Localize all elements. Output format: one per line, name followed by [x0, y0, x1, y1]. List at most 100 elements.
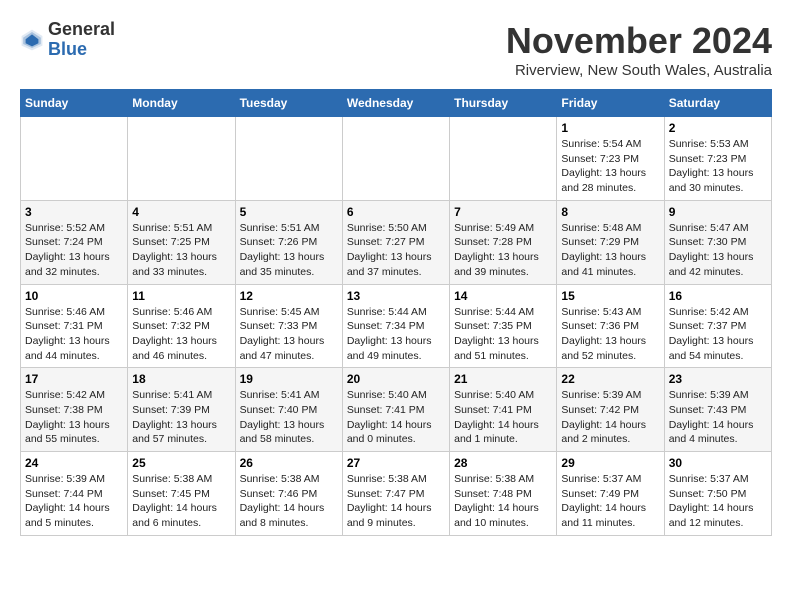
day-info: Sunrise: 5:45 AM Sunset: 7:33 PM Dayligh…: [240, 305, 338, 364]
calendar-cell: 16Sunrise: 5:42 AM Sunset: 7:37 PM Dayli…: [664, 284, 771, 368]
day-info: Sunrise: 5:39 AM Sunset: 7:43 PM Dayligh…: [669, 388, 767, 447]
calendar-cell: 30 Sunrise: 5:37 AM Sunset: 7:50 PM Dayli…: [664, 452, 771, 536]
weekday-header-friday: Friday: [557, 90, 664, 117]
calendar-cell: 19 Sunrise: 5:41 AM Sunset: 7:40 PM Dayli…: [235, 368, 342, 452]
calendar-cell: 23 Sunrise: 5:39 AM Sunset: 7:43 PM Dayli…: [664, 368, 771, 452]
day-info: Sunrise: 5:40 AM Sunset: 7:41 PM Dayligh…: [454, 388, 552, 447]
calendar-cell: 13 Sunrise: 5:44 AM Sunset: 7:34 PM Dayli…: [342, 284, 449, 368]
calendar-cell: 17 Sunrise: 5:42 AM Sunset: 7:38 PM Dayli…: [21, 368, 128, 452]
day-number: 29: [561, 456, 659, 470]
calendar-cell: 5Sunrise: 5:51 AM Sunset: 7:26 PM Daylig…: [235, 200, 342, 284]
calendar-week-row: 24Sunrise: 5:39 AM Sunset: 7:44 PM Dayli…: [21, 452, 772, 536]
day-info: Sunrise: 5:44 AM Sunset: 7:34 PM Dayligh…: [347, 305, 445, 364]
calendar-cell: 27 Sunrise: 5:38 AM Sunset: 7:47 PM Dayli…: [342, 452, 449, 536]
day-info: Sunrise: 5:51 AM Sunset: 7:25 PM Dayligh…: [132, 221, 230, 280]
day-info: Sunrise: 5:38 AM Sunset: 7:45 PM Dayligh…: [132, 472, 230, 531]
day-info: Sunrise: 5:39 AM Sunset: 7:44 PM Dayligh…: [25, 472, 123, 531]
calendar-cell: 24Sunrise: 5:39 AM Sunset: 7:44 PM Dayli…: [21, 452, 128, 536]
calendar-cell: 2 Sunrise: 5:53 AM Sunset: 7:23 PM Daylig…: [664, 117, 771, 201]
day-info: Sunrise: 5:44 AM Sunset: 7:35 PM Dayligh…: [454, 305, 552, 364]
day-info: Sunrise: 5:38 AM Sunset: 7:48 PM Dayligh…: [454, 472, 552, 531]
weekday-header-row: SundayMondayTuesdayWednesdayThursdayFrid…: [21, 90, 772, 117]
day-number: 10: [25, 289, 123, 303]
calendar-cell: 25 Sunrise: 5:38 AM Sunset: 7:45 PM Dayli…: [128, 452, 235, 536]
day-number: 18: [132, 372, 230, 386]
day-info: Sunrise: 5:42 AM Sunset: 7:38 PM Dayligh…: [25, 388, 123, 447]
calendar-cell: 28 Sunrise: 5:38 AM Sunset: 7:48 PM Dayli…: [450, 452, 557, 536]
day-info: Sunrise: 5:41 AM Sunset: 7:39 PM Dayligh…: [132, 388, 230, 447]
calendar-cell: 1Sunrise: 5:54 AM Sunset: 7:23 PM Daylig…: [557, 117, 664, 201]
weekday-header-monday: Monday: [128, 90, 235, 117]
calendar-cell: 29 Sunrise: 5:37 AM Sunset: 7:49 PM Dayli…: [557, 452, 664, 536]
day-number: 14: [454, 289, 552, 303]
day-info: Sunrise: 5:52 AM Sunset: 7:24 PM Dayligh…: [25, 221, 123, 280]
day-info: Sunrise: 5:54 AM Sunset: 7:23 PM Dayligh…: [561, 137, 659, 196]
calendar-cell: 9Sunrise: 5:47 AM Sunset: 7:30 PM Daylig…: [664, 200, 771, 284]
calendar-cell: [21, 117, 128, 201]
location: Riverview, New South Wales, Australia: [506, 62, 772, 79]
calendar-week-row: 17 Sunrise: 5:42 AM Sunset: 7:38 PM Dayli…: [21, 368, 772, 452]
day-info: Sunrise: 5:46 AM Sunset: 7:31 PM Dayligh…: [25, 305, 123, 364]
day-number: 4: [132, 205, 230, 219]
day-number: 25: [132, 456, 230, 470]
day-info: Sunrise: 5:38 AM Sunset: 7:46 PM Dayligh…: [240, 472, 338, 531]
day-number: 27: [347, 456, 445, 470]
day-number: 20: [347, 372, 445, 386]
day-info: Sunrise: 5:41 AM Sunset: 7:40 PM Dayligh…: [240, 388, 338, 447]
calendar-cell: 21 Sunrise: 5:40 AM Sunset: 7:41 PM Dayli…: [450, 368, 557, 452]
day-number: 3: [25, 205, 123, 219]
title-block: November 2024 Riverview, New South Wales…: [506, 20, 772, 79]
calendar-cell: 26Sunrise: 5:38 AM Sunset: 7:46 PM Dayli…: [235, 452, 342, 536]
day-number: 6: [347, 205, 445, 219]
calendar-cell: 3 Sunrise: 5:52 AM Sunset: 7:24 PM Daylig…: [21, 200, 128, 284]
day-info: Sunrise: 5:38 AM Sunset: 7:47 PM Dayligh…: [347, 472, 445, 531]
day-info: Sunrise: 5:50 AM Sunset: 7:27 PM Dayligh…: [347, 221, 445, 280]
calendar-cell: 10 Sunrise: 5:46 AM Sunset: 7:31 PM Dayli…: [21, 284, 128, 368]
calendar-cell: [128, 117, 235, 201]
weekday-header-wednesday: Wednesday: [342, 90, 449, 117]
calendar-cell: 22 Sunrise: 5:39 AM Sunset: 7:42 PM Dayli…: [557, 368, 664, 452]
weekday-header-sunday: Sunday: [21, 90, 128, 117]
weekday-header-saturday: Saturday: [664, 90, 771, 117]
logo: General Blue: [20, 20, 115, 60]
logo-icon: [20, 28, 44, 52]
day-number: 22: [561, 372, 659, 386]
calendar-week-row: 3 Sunrise: 5:52 AM Sunset: 7:24 PM Daylig…: [21, 200, 772, 284]
day-info: Sunrise: 5:37 AM Sunset: 7:50 PM Dayligh…: [669, 472, 767, 531]
day-info: Sunrise: 5:46 AM Sunset: 7:32 PM Dayligh…: [132, 305, 230, 364]
day-number: 2: [669, 121, 767, 135]
day-info: Sunrise: 5:37 AM Sunset: 7:49 PM Dayligh…: [561, 472, 659, 531]
page-header: General Blue November 2024 Riverview, Ne…: [20, 20, 772, 79]
day-number: 28: [454, 456, 552, 470]
day-number: 17: [25, 372, 123, 386]
day-info: Sunrise: 5:47 AM Sunset: 7:30 PM Dayligh…: [669, 221, 767, 280]
day-number: 16: [669, 289, 767, 303]
day-number: 21: [454, 372, 552, 386]
day-info: Sunrise: 5:48 AM Sunset: 7:29 PM Dayligh…: [561, 221, 659, 280]
day-number: 13: [347, 289, 445, 303]
day-number: 12: [240, 289, 338, 303]
calendar-week-row: 1Sunrise: 5:54 AM Sunset: 7:23 PM Daylig…: [21, 117, 772, 201]
calendar-week-row: 10 Sunrise: 5:46 AM Sunset: 7:31 PM Dayli…: [21, 284, 772, 368]
day-number: 23: [669, 372, 767, 386]
day-info: Sunrise: 5:39 AM Sunset: 7:42 PM Dayligh…: [561, 388, 659, 447]
month-title: November 2024: [506, 20, 772, 62]
day-info: Sunrise: 5:53 AM Sunset: 7:23 PM Dayligh…: [669, 137, 767, 196]
day-number: 19: [240, 372, 338, 386]
day-number: 8: [561, 205, 659, 219]
calendar-cell: 18 Sunrise: 5:41 AM Sunset: 7:39 PM Dayli…: [128, 368, 235, 452]
day-number: 11: [132, 289, 230, 303]
calendar-cell: 6 Sunrise: 5:50 AM Sunset: 7:27 PM Daylig…: [342, 200, 449, 284]
calendar-cell: 7Sunrise: 5:49 AM Sunset: 7:28 PM Daylig…: [450, 200, 557, 284]
calendar-cell: 8 Sunrise: 5:48 AM Sunset: 7:29 PM Daylig…: [557, 200, 664, 284]
day-number: 5: [240, 205, 338, 219]
weekday-header-tuesday: Tuesday: [235, 90, 342, 117]
logo-general: General: [48, 20, 115, 40]
day-info: Sunrise: 5:43 AM Sunset: 7:36 PM Dayligh…: [561, 305, 659, 364]
day-number: 30: [669, 456, 767, 470]
calendar-cell: 11 Sunrise: 5:46 AM Sunset: 7:32 PM Dayli…: [128, 284, 235, 368]
day-info: Sunrise: 5:40 AM Sunset: 7:41 PM Dayligh…: [347, 388, 445, 447]
calendar-table: SundayMondayTuesdayWednesdayThursdayFrid…: [20, 89, 772, 536]
calendar-cell: 12 Sunrise: 5:45 AM Sunset: 7:33 PM Dayli…: [235, 284, 342, 368]
calendar-cell: 20 Sunrise: 5:40 AM Sunset: 7:41 PM Dayli…: [342, 368, 449, 452]
